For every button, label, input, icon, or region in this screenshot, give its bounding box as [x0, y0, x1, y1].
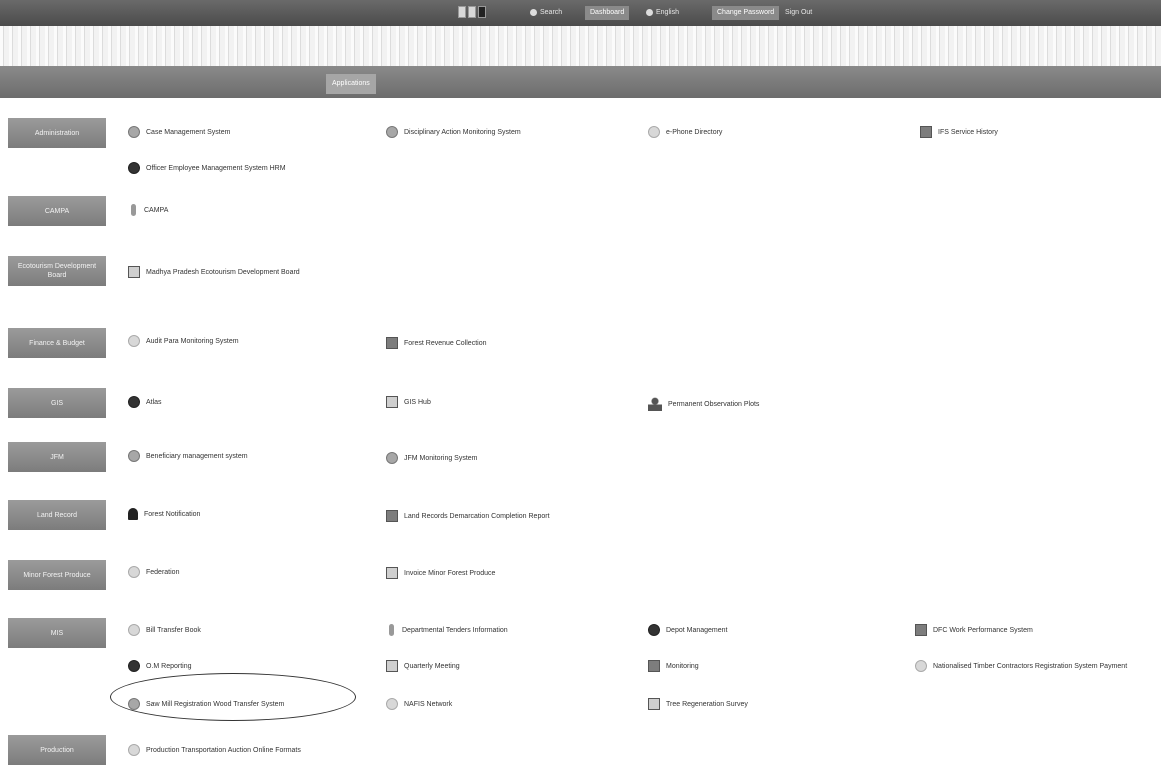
disciplinary-icon — [386, 126, 398, 138]
beneficiary-icon — [128, 450, 140, 462]
link-nationalised-timber[interactable]: Nationalised Timber Contractors Registra… — [915, 656, 1127, 676]
link-monitoring[interactable]: Monitoring — [648, 656, 699, 676]
bill-icon — [128, 624, 140, 636]
invoice-icon — [386, 567, 398, 579]
link-invoice-mfp[interactable]: Invoice Minor Forest Produce — [386, 563, 495, 583]
list-view-icon[interactable] — [478, 6, 486, 18]
tab-bar: Applications — [0, 66, 1161, 98]
category-campa[interactable]: CAMPA — [8, 196, 106, 226]
bell-icon — [128, 508, 138, 520]
hub-icon — [386, 396, 398, 408]
depot-icon — [648, 624, 660, 636]
link-land-records-demarcation[interactable]: Land Records Demarcation Completion Repo… — [386, 506, 550, 526]
performance-icon — [915, 624, 927, 636]
link-bill-transfer-book[interactable]: Bill Transfer Book — [128, 620, 201, 640]
revenue-icon — [386, 337, 398, 349]
category-administration[interactable]: Administration — [8, 118, 106, 148]
audit-icon — [128, 335, 140, 347]
link-om-reporting[interactable]: O.M Reporting — [128, 656, 192, 676]
link-forest-notification[interactable]: Forest Notification — [128, 504, 200, 524]
link-departmental-tenders[interactable]: Departmental Tenders Information — [386, 620, 508, 640]
grid-view-icon[interactable] — [458, 6, 466, 18]
employee-icon — [128, 162, 140, 174]
ecotourism-icon — [128, 266, 140, 278]
history-icon — [920, 126, 932, 138]
category-mis[interactable]: MIS — [8, 618, 106, 648]
link-officer-employee-management[interactable]: Officer Employee Management System HRM — [128, 158, 286, 178]
timber-icon — [915, 660, 927, 672]
monitor-icon — [648, 660, 660, 672]
link-ifs-service-history[interactable]: IFS Service History — [920, 122, 998, 142]
meeting-icon — [386, 660, 398, 672]
case-icon — [128, 126, 140, 138]
production-icon — [128, 744, 140, 756]
link-quarterly-meeting[interactable]: Quarterly Meeting — [386, 656, 460, 676]
category-jfm[interactable]: JFM — [8, 442, 106, 472]
language-label[interactable]: English — [656, 6, 679, 20]
tab-change-password[interactable]: Change Password — [712, 6, 780, 20]
link-gis-hub[interactable]: GIS Hub — [386, 392, 431, 412]
link-production-transportation[interactable]: Production Transportation Auction Online… — [128, 740, 301, 760]
category-land-record[interactable]: Land Record — [8, 500, 106, 530]
link-disciplinary-action[interactable]: Disciplinary Action Monitoring System — [386, 122, 521, 142]
link-audit-para[interactable]: Audit Para Monitoring System — [128, 331, 239, 351]
search-icon[interactable] — [530, 9, 537, 16]
link-beneficiary-management[interactable]: Beneficiary management system — [128, 446, 248, 466]
link-depot-management[interactable]: Depot Management — [648, 620, 727, 640]
link-dfc-work-performance[interactable]: DFC Work Performance System — [915, 620, 1033, 640]
link-ephone-directory[interactable]: e-Phone Directory — [648, 122, 722, 142]
link-atlas[interactable]: Atlas — [128, 392, 162, 412]
pin-icon — [131, 204, 136, 216]
header-banner — [0, 26, 1161, 66]
link-federation[interactable]: Federation — [128, 562, 179, 582]
search-label[interactable]: Search — [540, 6, 562, 20]
category-production[interactable]: Production — [8, 735, 106, 765]
network-icon — [386, 698, 398, 710]
link-campa[interactable]: CAMPA — [128, 200, 168, 220]
highlight-annotation-oval — [110, 673, 356, 721]
phone-icon — [648, 126, 660, 138]
tab-dashboard[interactable]: Dashboard — [585, 6, 630, 20]
link-jfm-monitoring[interactable]: JFM Monitoring System — [386, 448, 478, 468]
tender-icon — [389, 624, 394, 636]
tree-icon — [648, 698, 660, 710]
category-minor-forest-produce[interactable]: Minor Forest Produce — [8, 560, 106, 590]
link-permanent-observation-plots[interactable]: Permanent Observation Plots — [648, 394, 759, 414]
monitoring-icon — [386, 452, 398, 464]
person-icon — [648, 397, 662, 411]
link-case-management[interactable]: Case Management System — [128, 122, 230, 142]
link-ecotourism-board[interactable]: Madhya Pradesh Ecotourism Development Bo… — [128, 262, 300, 282]
federation-icon — [128, 566, 140, 578]
grid-view-icon[interactable] — [468, 6, 476, 18]
top-navigation-bar: Search Dashboard English Change Password… — [0, 0, 1161, 26]
link-forest-revenue[interactable]: Forest Revenue Collection — [386, 333, 487, 353]
link-nafis-network[interactable]: NAFIS Network — [386, 694, 452, 714]
globe-icon — [128, 396, 140, 408]
report-icon — [128, 660, 140, 672]
category-finance[interactable]: Finance & Budget — [8, 328, 106, 358]
category-ecotourism[interactable]: Ecotourism Development Board — [8, 256, 106, 286]
link-tree-regeneration[interactable]: Tree Regeneration Survey — [648, 694, 748, 714]
tab-sign-out[interactable]: Sign Out — [780, 6, 817, 20]
language-icon[interactable] — [646, 9, 653, 16]
tab-applications[interactable]: Applications — [326, 74, 376, 94]
category-gis[interactable]: GIS — [8, 388, 106, 418]
record-icon — [386, 510, 398, 522]
